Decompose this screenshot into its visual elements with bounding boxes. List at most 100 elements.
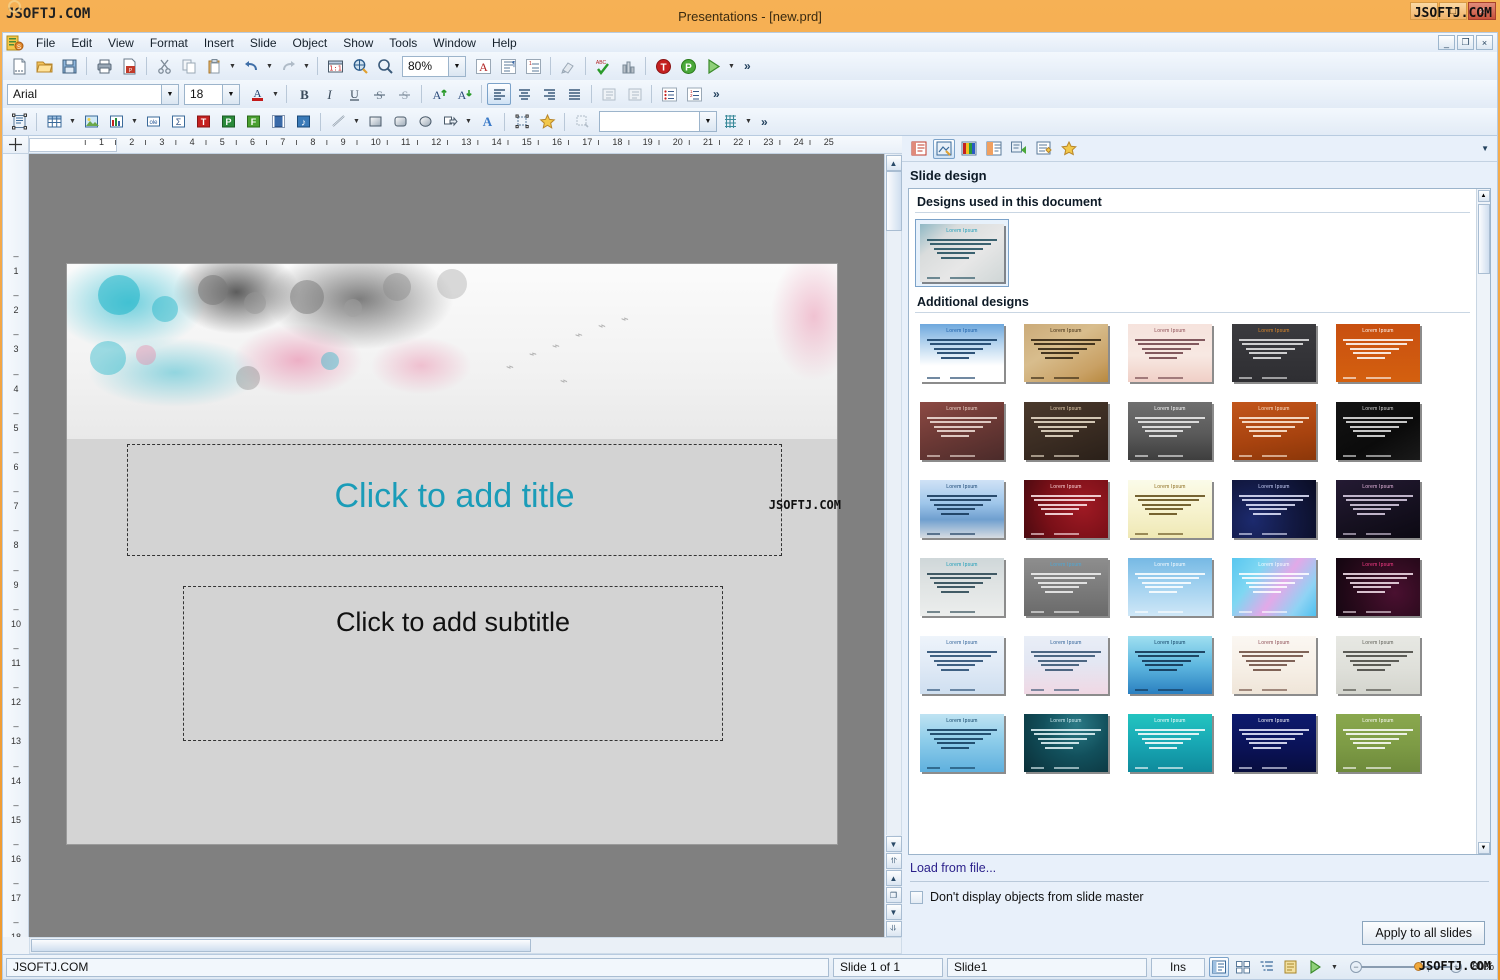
- numbering-icon[interactable]: 1: [521, 55, 545, 77]
- design-thumbnail-gray-concrete[interactable]: Lorem Ipsum: [1019, 553, 1113, 621]
- transform-icon[interactable]: [570, 111, 594, 133]
- group-icon[interactable]: [510, 111, 534, 133]
- design-thumbnail-ice-blue-globe[interactable]: Lorem Ipsum: [915, 709, 1009, 777]
- shapes-icon[interactable]: [438, 111, 462, 133]
- start-show-icon[interactable]: [701, 55, 725, 77]
- layouts-icon[interactable]: [1033, 139, 1055, 159]
- redo-icon[interactable]: [276, 55, 300, 77]
- design-thumbnail-cream-paper[interactable]: Lorem Ipsum: [1123, 475, 1217, 543]
- normal-view-icon[interactable]: [1208, 957, 1229, 977]
- chevron-down-icon[interactable]: ▼: [222, 84, 239, 104]
- increase-font-icon[interactable]: A: [427, 83, 451, 105]
- text-format-icon[interactable]: A: [471, 55, 495, 77]
- hscroll-track[interactable]: [29, 937, 902, 954]
- design-thumbnail-navy-solid[interactable]: Lorem Ipsum: [1227, 709, 1321, 777]
- ellipse-icon[interactable]: [413, 111, 437, 133]
- design-thumbnail-aurora-pastel[interactable]: Lorem Ipsum: [1227, 553, 1321, 621]
- design-thumbnail-red-brown-stone[interactable]: Lorem Ipsum: [915, 397, 1009, 465]
- chart-icon[interactable]: [104, 111, 128, 133]
- designs-scrollbar[interactable]: ▲ ▼: [1476, 189, 1490, 854]
- document-window-controls[interactable]: _ ❐ ×: [1438, 35, 1493, 50]
- display-views-icon[interactable]: 1:1: [323, 55, 347, 77]
- rect-icon[interactable]: [363, 111, 387, 133]
- menu-item-edit[interactable]: Edit: [63, 34, 100, 52]
- align-left-icon[interactable]: [487, 83, 511, 105]
- design-thumbnail-ivory-soft[interactable]: Lorem Ipsum: [1227, 631, 1321, 699]
- redo-dropdown-icon[interactable]: ▼: [301, 55, 312, 77]
- scroll-down-button[interactable]: ▼: [885, 836, 902, 852]
- notes-view-icon[interactable]: [1281, 957, 1301, 977]
- text-frame-icon[interactable]: [7, 111, 31, 133]
- f-object-icon[interactable]: F: [241, 111, 265, 133]
- paste-dropdown-icon[interactable]: ▼: [227, 55, 238, 77]
- numbered-list-icon[interactable]: 12: [682, 83, 706, 105]
- design-thumbnail-deep-teal-star[interactable]: Lorem Ipsum: [1019, 709, 1113, 777]
- clone-format-icon[interactable]: [556, 55, 580, 77]
- formatting-toolbar-overflow[interactable]: »: [713, 87, 720, 101]
- graphic-style-combo[interactable]: ▼: [599, 111, 717, 132]
- design-thumbnail-crimson-burst[interactable]: Lorem Ipsum: [1019, 475, 1113, 543]
- paste-icon[interactable]: [202, 55, 226, 77]
- film-icon[interactable]: [266, 111, 290, 133]
- italic-icon[interactable]: I: [317, 83, 341, 105]
- align-center-icon[interactable]: [512, 83, 536, 105]
- star-icon[interactable]: [535, 111, 559, 133]
- zoom-level-combo[interactable]: 80% ▼: [402, 55, 466, 77]
- design-thumbnail-light-blue-wave[interactable]: Lorem Ipsum: [1123, 553, 1217, 621]
- custom-animation-icon[interactable]: [958, 139, 980, 159]
- slide-transition-icon[interactable]: [983, 139, 1005, 159]
- design-thumbnail-dark-magenta[interactable]: Lorem Ipsum: [1331, 553, 1425, 621]
- menu-item-file[interactable]: File: [28, 34, 63, 52]
- design-thumbnail-dark-wood[interactable]: Lorem Ipsum: [1019, 397, 1113, 465]
- insert-slide-icon[interactable]: [1008, 139, 1030, 159]
- show-options-dropdown-icon[interactable]: ▼: [1329, 956, 1340, 978]
- duplicate-slide-button[interactable]: ❐: [885, 887, 902, 903]
- save-icon[interactable]: [57, 55, 81, 77]
- subtitle-placeholder[interactable]: Click to add subtitle: [183, 586, 723, 741]
- menu-item-tools[interactable]: Tools: [381, 34, 425, 52]
- design-thumbnail-watercolor-teal[interactable]: Lorem Ipsum: [915, 219, 1009, 287]
- zoom-out-icon[interactable]: −: [1349, 961, 1362, 973]
- cut-icon[interactable]: [152, 55, 176, 77]
- sidebar-menu-chevron-icon[interactable]: ▼: [1481, 144, 1489, 153]
- font-size-combo[interactable]: 18 ▼: [184, 83, 240, 105]
- design-thumbnail-mist-mountain[interactable]: Lorem Ipsum: [915, 553, 1009, 621]
- design-thumbnail-dark-violet[interactable]: Lorem Ipsum: [1331, 475, 1425, 543]
- fontwork-icon[interactable]: A: [475, 111, 499, 133]
- design-thumbnail-blush-petal[interactable]: Lorem Ipsum: [1123, 319, 1217, 387]
- previous-slide-button[interactable]: ▲: [885, 870, 902, 886]
- load-from-file-link[interactable]: Load from file...: [910, 861, 996, 875]
- drawing-toolbar-overflow[interactable]: »: [761, 115, 768, 129]
- table-icon[interactable]: [42, 111, 66, 133]
- design-thumbnail-midnight-bokeh[interactable]: Lorem Ipsum: [1227, 475, 1321, 543]
- doc-restore-button[interactable]: ❐: [1457, 35, 1474, 50]
- new-icon[interactable]: [7, 55, 31, 77]
- design-thumbnail-pink-cloud[interactable]: Lorem Ipsum: [1019, 631, 1113, 699]
- slide-surface[interactable]: ⌁ ⌁ ⌁ ⌁ ⌁ ⌁ ⌁ Click to add title JSOFTJ.…: [67, 264, 841, 844]
- insert-mode-field[interactable]: Ins: [1150, 957, 1205, 977]
- music-icon[interactable]: ♪: [291, 111, 315, 133]
- design-thumbnail-soft-white-blue[interactable]: Lorem Ipsum: [915, 631, 1009, 699]
- title-placeholder[interactable]: Click to add title: [127, 444, 782, 556]
- apply-to-all-slides-button[interactable]: Apply to all slides: [1362, 921, 1485, 945]
- design-thumbnail-orange-block[interactable]: Lorem Ipsum: [1331, 319, 1425, 387]
- design-thumbnail-gray-gradient[interactable]: Lorem Ipsum: [1123, 397, 1217, 465]
- grid-dropdown-icon[interactable]: ▼: [743, 111, 754, 133]
- zoom-fit-icon[interactable]: [348, 55, 372, 77]
- design-thumbnail-ocean-bubble[interactable]: Lorem Ipsum: [1123, 631, 1217, 699]
- textbox-icon[interactable]: T: [651, 55, 675, 77]
- designs-scroll-up-button[interactable]: ▲: [1477, 190, 1490, 202]
- grid-icon[interactable]: [718, 111, 742, 133]
- scroll-thumb[interactable]: [885, 171, 902, 231]
- scroll-up-button[interactable]: ▲: [885, 155, 902, 171]
- chart-dropdown-icon[interactable]: ▼: [129, 111, 140, 133]
- ole-object-icon[interactable]: ole: [141, 111, 165, 133]
- menu-item-view[interactable]: View: [100, 34, 142, 52]
- underline-icon[interactable]: U: [342, 83, 366, 105]
- font-color-icon[interactable]: A: [245, 83, 269, 105]
- open-icon[interactable]: [32, 55, 56, 77]
- font-name-combo[interactable]: Arial ▼: [7, 83, 179, 105]
- table-dropdown-icon[interactable]: ▼: [67, 111, 78, 133]
- formula-icon[interactable]: Σ: [166, 111, 190, 133]
- menu-item-object[interactable]: Object: [285, 34, 336, 52]
